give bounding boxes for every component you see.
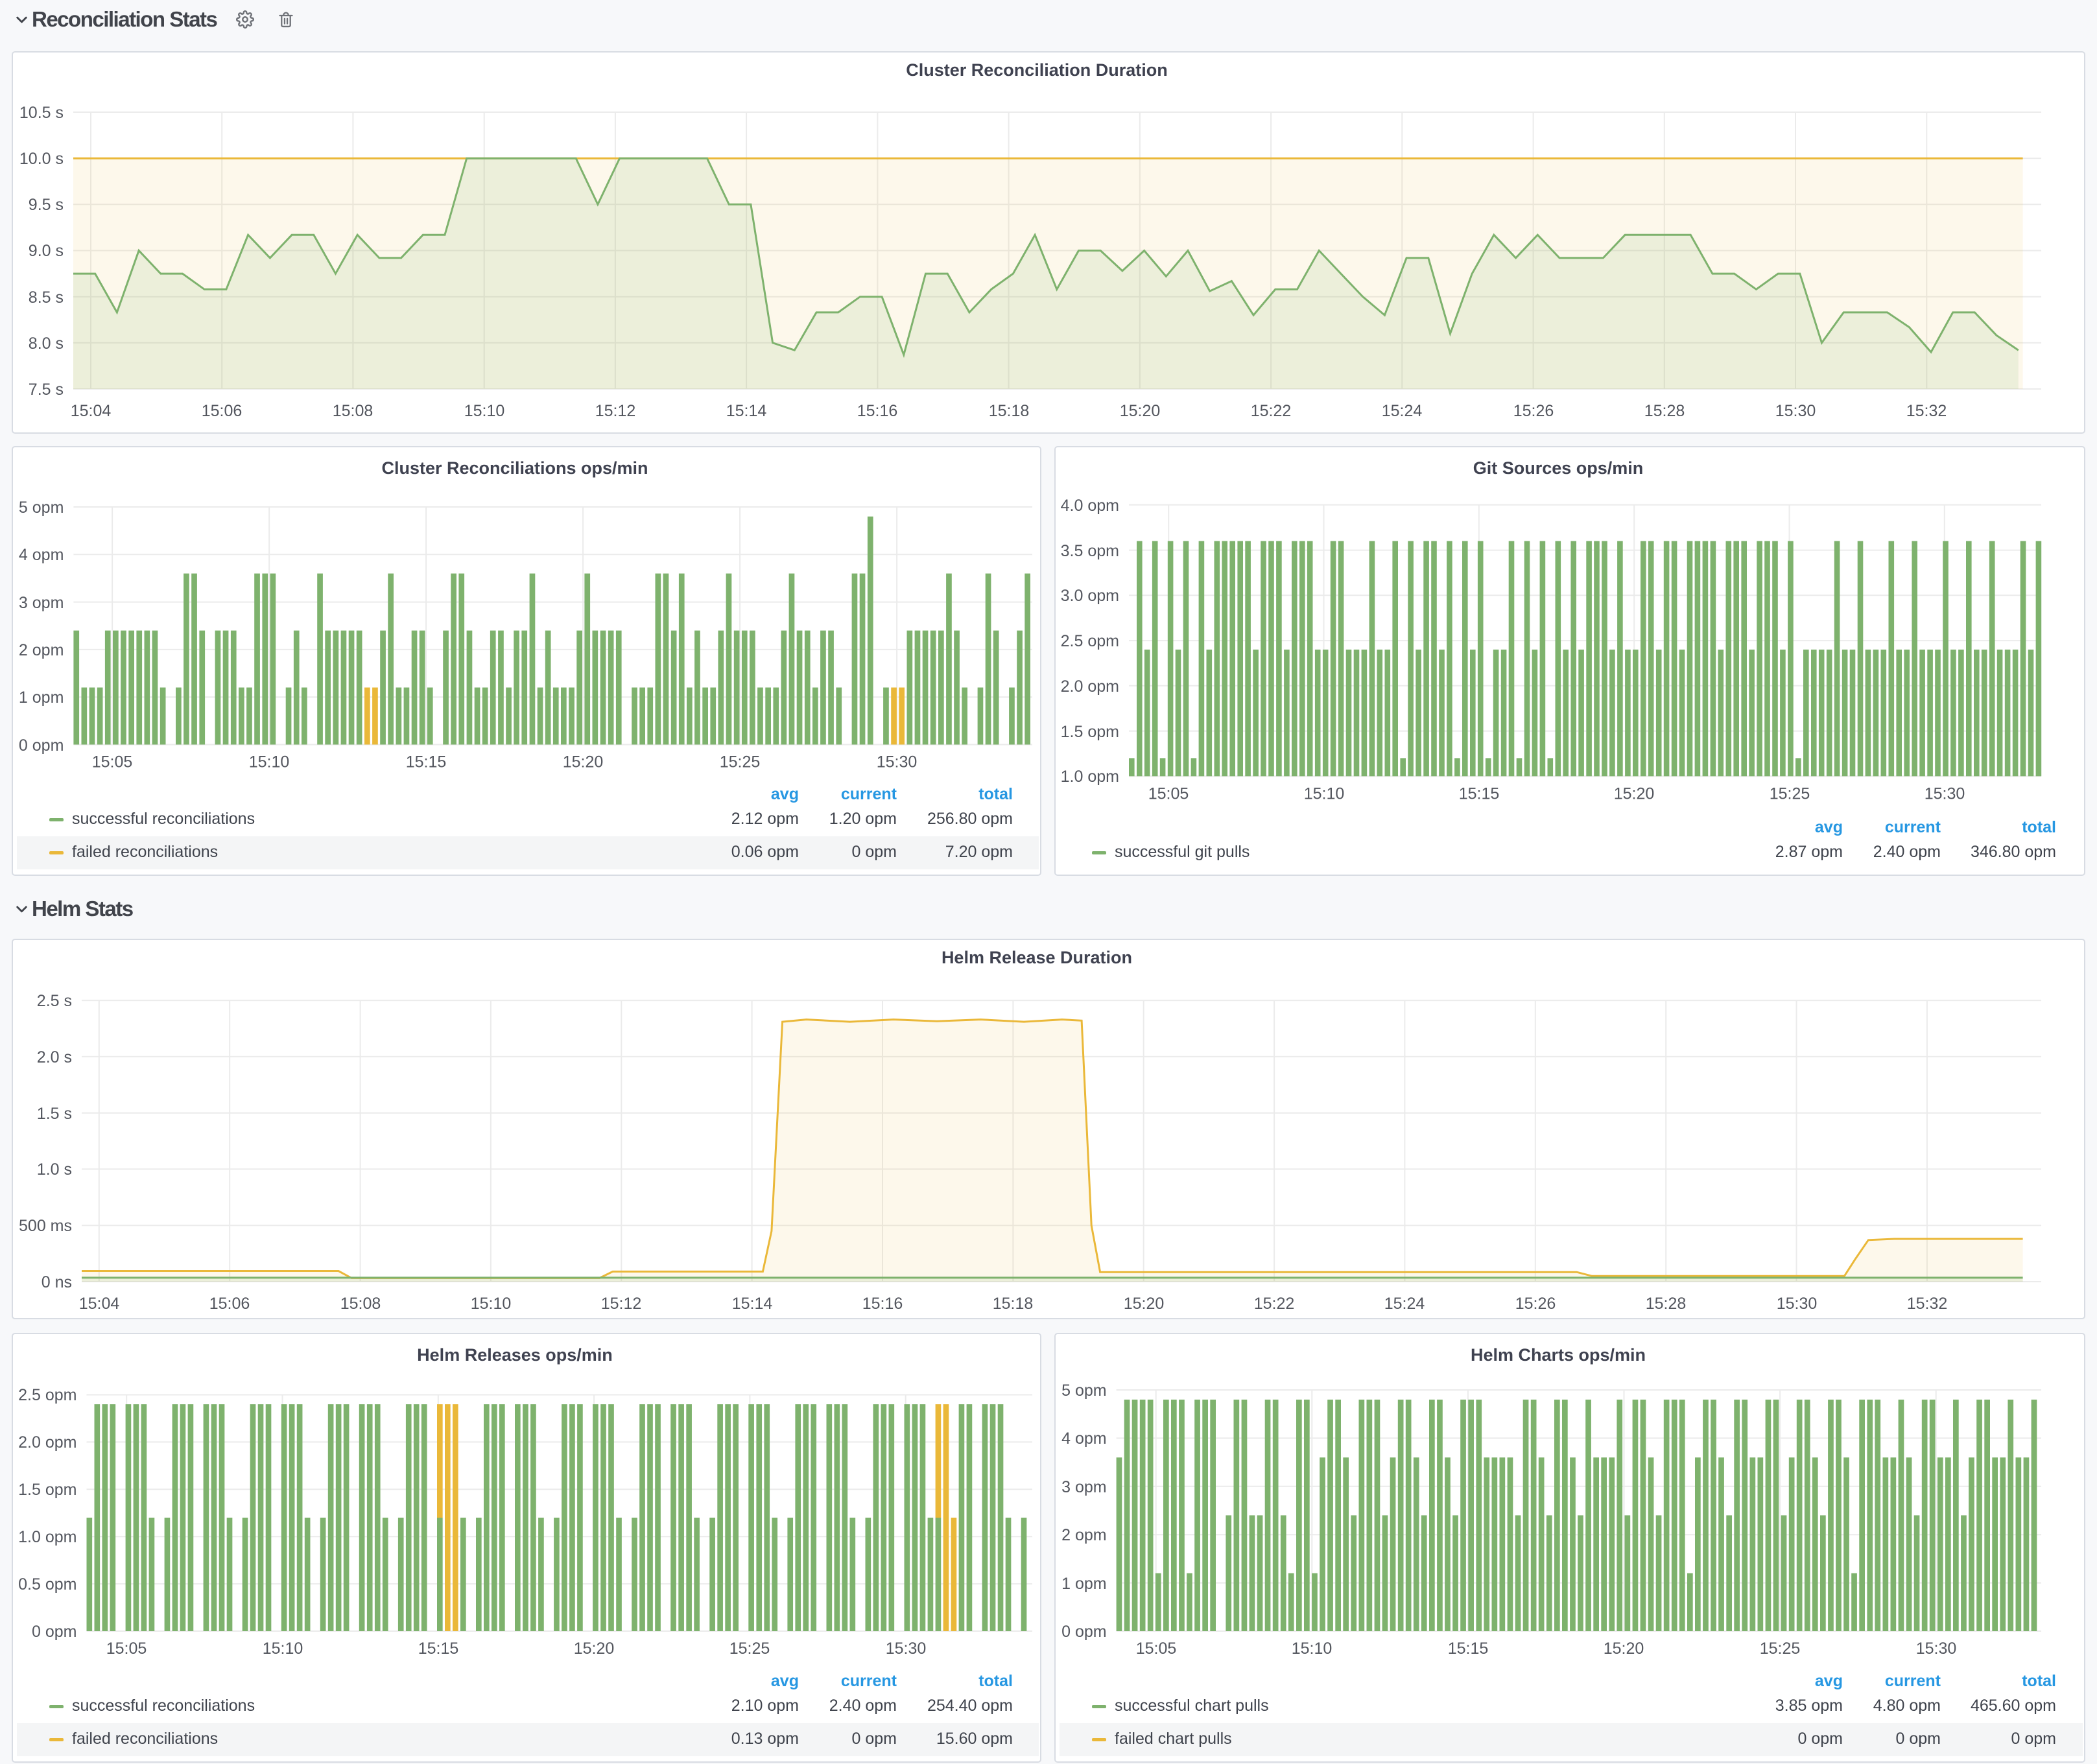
svg-text:9.5 s: 9.5 s (29, 196, 64, 214)
svg-text:15:16: 15:16 (862, 1295, 903, 1313)
svg-text:15:28: 15:28 (1646, 1295, 1687, 1313)
svg-text:4 opm: 4 opm (1061, 1429, 1106, 1448)
svg-text:2.0 opm: 2.0 opm (18, 1433, 77, 1452)
svg-text:1.0 s: 1.0 s (37, 1160, 72, 1179)
svg-text:0 opm: 0 opm (1061, 1623, 1106, 1641)
svg-text:4.0 opm: 4.0 opm (1061, 497, 1119, 515)
svg-text:15:05: 15:05 (1136, 1640, 1177, 1658)
svg-text:3 opm: 3 opm (1061, 1478, 1106, 1496)
svg-text:15:30: 15:30 (1775, 402, 1816, 420)
svg-text:2.0 s: 2.0 s (37, 1048, 72, 1066)
svg-text:1.5 s: 1.5 s (37, 1105, 72, 1123)
svg-text:8.5 s: 8.5 s (29, 288, 64, 307)
svg-text:1.5 opm: 1.5 opm (18, 1481, 77, 1499)
svg-text:15:10: 15:10 (263, 1640, 303, 1658)
svg-text:15:10: 15:10 (249, 753, 290, 771)
svg-text:0 opm: 0 opm (32, 1623, 77, 1641)
svg-text:15:12: 15:12 (601, 1295, 642, 1313)
svg-text:1.0 opm: 1.0 opm (1061, 768, 1119, 786)
svg-text:15:25: 15:25 (720, 753, 761, 771)
svg-text:15:10: 15:10 (1304, 784, 1345, 803)
svg-text:Cluster Reconciliation Duratio: Cluster Reconciliation Duration (906, 60, 1168, 80)
svg-text:15:10: 15:10 (1292, 1640, 1333, 1658)
svg-text:2.5 opm: 2.5 opm (18, 1386, 77, 1404)
svg-text:Helm Charts ops/min: Helm Charts ops/min (1471, 1345, 1646, 1365)
svg-text:15:30: 15:30 (1777, 1295, 1818, 1313)
svg-text:0 ns: 0 ns (41, 1273, 72, 1291)
svg-text:15:24: 15:24 (1384, 1295, 1425, 1313)
svg-text:15:30: 15:30 (886, 1640, 927, 1658)
svg-text:15:20: 15:20 (1120, 402, 1161, 420)
svg-text:500 ms: 500 ms (19, 1217, 72, 1235)
svg-text:0 opm: 0 opm (19, 736, 64, 755)
svg-text:15:08: 15:08 (333, 402, 373, 420)
svg-text:15:20: 15:20 (563, 753, 604, 771)
svg-text:15:30: 15:30 (877, 753, 918, 771)
svg-text:2.5 s: 2.5 s (37, 992, 72, 1010)
svg-text:15:32: 15:32 (1906, 402, 1947, 420)
svg-text:15:16: 15:16 (857, 402, 898, 420)
svg-text:15:18: 15:18 (989, 402, 1030, 420)
svg-text:15:25: 15:25 (1760, 1640, 1801, 1658)
svg-text:15:25: 15:25 (1770, 784, 1810, 803)
svg-text:1.5 opm: 1.5 opm (1061, 723, 1119, 741)
svg-text:15:24: 15:24 (1382, 402, 1423, 420)
svg-text:15:15: 15:15 (1448, 1640, 1489, 1658)
svg-text:2.0 opm: 2.0 opm (1061, 677, 1119, 696)
svg-text:9.0 s: 9.0 s (29, 242, 64, 260)
svg-text:15:14: 15:14 (726, 402, 767, 420)
svg-text:15:05: 15:05 (92, 753, 133, 771)
svg-text:0.5 opm: 0.5 opm (18, 1575, 77, 1593)
svg-text:15:20: 15:20 (1124, 1295, 1165, 1313)
svg-text:1 opm: 1 opm (19, 688, 64, 707)
svg-text:Helm Releases ops/min: Helm Releases ops/min (417, 1345, 613, 1365)
svg-text:4 opm: 4 opm (19, 546, 64, 564)
svg-text:15:06: 15:06 (209, 1295, 250, 1313)
svg-text:15:15: 15:15 (1459, 784, 1500, 803)
svg-text:5 opm: 5 opm (19, 499, 64, 517)
svg-text:15:14: 15:14 (732, 1295, 773, 1313)
svg-text:15:30: 15:30 (1925, 784, 1965, 803)
svg-text:7.5 s: 7.5 s (29, 381, 64, 399)
svg-text:15:20: 15:20 (1614, 784, 1655, 803)
svg-text:15:08: 15:08 (340, 1295, 381, 1313)
svg-text:1 opm: 1 opm (1061, 1575, 1106, 1593)
svg-text:2.5 opm: 2.5 opm (1061, 632, 1119, 650)
svg-text:15:05: 15:05 (106, 1640, 147, 1658)
svg-text:3.5 opm: 3.5 opm (1061, 542, 1119, 560)
svg-text:15:25: 15:25 (729, 1640, 770, 1658)
svg-text:15:18: 15:18 (993, 1295, 1034, 1313)
svg-text:15:22: 15:22 (1251, 402, 1292, 420)
svg-text:10.0 s: 10.0 s (19, 150, 64, 168)
svg-text:15:26: 15:26 (1515, 1295, 1556, 1313)
svg-text:10.5 s: 10.5 s (19, 104, 64, 122)
svg-text:15:26: 15:26 (1513, 402, 1554, 420)
svg-text:15:20: 15:20 (1604, 1640, 1644, 1658)
svg-text:Helm Release Duration: Helm Release Duration (942, 948, 1132, 967)
svg-text:2 opm: 2 opm (19, 641, 64, 659)
svg-text:15:20: 15:20 (574, 1640, 615, 1658)
svg-text:15:28: 15:28 (1644, 402, 1685, 420)
svg-text:5 opm: 5 opm (1061, 1382, 1106, 1400)
svg-text:3 opm: 3 opm (19, 594, 64, 612)
svg-text:15:12: 15:12 (595, 402, 636, 420)
svg-text:1.0 opm: 1.0 opm (18, 1528, 77, 1546)
svg-text:15:04: 15:04 (71, 402, 112, 420)
svg-text:15:32: 15:32 (1907, 1295, 1948, 1313)
svg-text:15:05: 15:05 (1148, 784, 1189, 803)
svg-text:8.0 s: 8.0 s (29, 335, 64, 353)
svg-text:15:06: 15:06 (202, 402, 243, 420)
svg-text:15:22: 15:22 (1254, 1295, 1295, 1313)
svg-text:15:04: 15:04 (79, 1295, 120, 1313)
svg-text:15:10: 15:10 (471, 1295, 512, 1313)
svg-text:15:30: 15:30 (1916, 1640, 1957, 1658)
svg-text:Cluster Reconciliations ops/mi: Cluster Reconciliations ops/min (381, 458, 648, 478)
svg-text:2 opm: 2 opm (1061, 1526, 1106, 1544)
svg-text:15:15: 15:15 (406, 753, 447, 771)
svg-text:3.0 opm: 3.0 opm (1061, 587, 1119, 605)
svg-text:Git Sources ops/min: Git Sources ops/min (1473, 458, 1644, 478)
svg-text:15:10: 15:10 (464, 402, 505, 420)
svg-text:15:15: 15:15 (418, 1640, 459, 1658)
